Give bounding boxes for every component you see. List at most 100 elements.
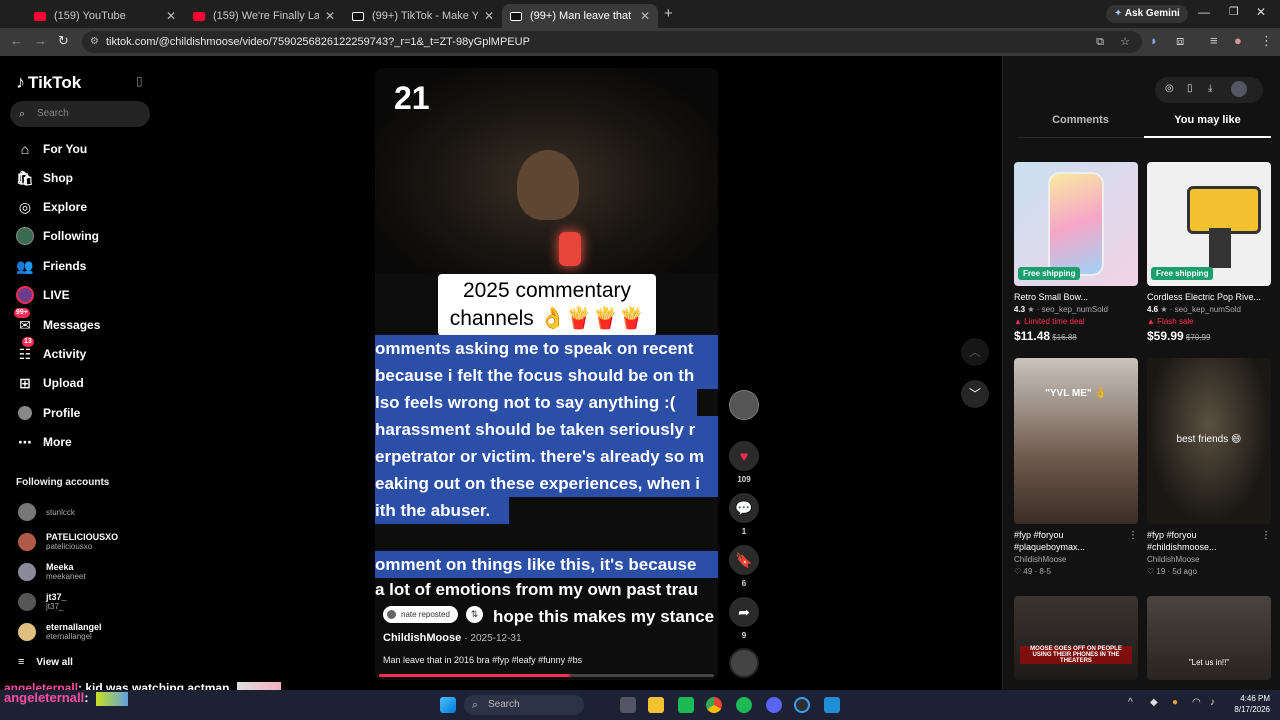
- product-thumbnail: Free shipping: [1147, 162, 1271, 286]
- download-icon[interactable]: ⤓: [1208, 83, 1212, 94]
- caption-line: eaking out on these experiences, when i: [375, 470, 718, 497]
- repost-icon[interactable]: ⇅: [466, 606, 483, 623]
- tab-youtube-1[interactable]: (159) YouTube ✕: [26, 4, 184, 28]
- author-name[interactable]: ChildishMoose: [383, 632, 461, 644]
- product-card[interactable]: Free shipping Cordless Electric Pop Rive…: [1147, 162, 1271, 343]
- share-button[interactable]: ➦ 9: [728, 597, 760, 640]
- close-window-icon[interactable]: ✕: [1256, 5, 1266, 19]
- tab-tiktok-active[interactable]: (99+) Man leave that in 201 ✕: [502, 4, 658, 28]
- file-explorer-icon[interactable]: [648, 697, 664, 713]
- maximize-icon[interactable]: ❐: [1229, 5, 1239, 18]
- account-item[interactable]: eternallangel eternallangel: [18, 622, 102, 641]
- chrome-icon[interactable]: [706, 697, 722, 713]
- clock[interactable]: 4:46 PM 8/17/2026: [1226, 693, 1270, 715]
- search-input[interactable]: ⌕ Search: [10, 101, 150, 127]
- video-card[interactable]: "Let us in!!": [1147, 596, 1271, 680]
- view-all-link[interactable]: ≡ View all: [18, 656, 73, 668]
- post-date: · 2025-12-31: [464, 633, 522, 644]
- menu-kebab-icon[interactable]: ⋮: [1260, 33, 1273, 49]
- account-item[interactable]: PATELICIOUSXO pateliciousxo: [18, 532, 118, 551]
- card-options-icon[interactable]: ⋮: [1261, 530, 1271, 541]
- address-bar[interactable]: ⚙ tiktok.com/@childishmoose/video/759025…: [82, 31, 1142, 53]
- caption-line: omments asking me to speak on recent: [375, 335, 718, 362]
- nav-shop[interactable]: 🛍 Shop: [16, 169, 73, 187]
- extensions-puzzle-icon[interactable]: ⧈: [1176, 33, 1184, 49]
- app-icon[interactable]: [678, 697, 694, 713]
- video-card[interactable]: MOOSE GOES OFF ON PEOPLE USING THEIR PHO…: [1014, 596, 1138, 680]
- close-tab-icon[interactable]: ✕: [484, 9, 494, 23]
- card-options-icon[interactable]: ⋮: [1128, 530, 1138, 541]
- nav-more[interactable]: ⋯ More: [16, 433, 72, 451]
- save-button[interactable]: 🔖 6: [728, 545, 760, 588]
- tab-tiktok-1[interactable]: (99+) TikTok - Make Your Day ✕: [344, 4, 502, 28]
- task-view-icon[interactable]: [620, 697, 636, 713]
- chevron-down-icon: ﹀: [968, 387, 981, 401]
- next-video-button[interactable]: ﹀: [961, 380, 989, 408]
- volume-icon[interactable]: ♪: [1210, 697, 1215, 708]
- close-tab-icon[interactable]: ✕: [325, 9, 335, 23]
- spotify-icon[interactable]: [736, 697, 752, 713]
- tab-youtube-2[interactable]: (159) We're Finally Landing - Yo ✕: [185, 4, 343, 28]
- ccleaner-icon[interactable]: [794, 697, 810, 713]
- person-face: [517, 150, 579, 220]
- user-avatar-icon[interactable]: [1231, 81, 1247, 97]
- forward-icon[interactable]: →: [34, 33, 47, 48]
- minimize-icon[interactable]: —: [1198, 5, 1210, 19]
- close-tab-icon[interactable]: ✕: [640, 9, 650, 23]
- flame-icon: ▲: [1147, 317, 1155, 326]
- close-tab-icon[interactable]: ✕: [166, 9, 176, 23]
- install-app-icon[interactable]: ⧉: [1096, 31, 1104, 53]
- taskbar-search[interactable]: ⌕ Search: [464, 695, 584, 715]
- windows-start-icon[interactable]: [440, 697, 456, 713]
- tab-you-may-like[interactable]: You may like: [1144, 114, 1271, 126]
- account-item[interactable]: Meeka meekaneet: [18, 562, 86, 581]
- site-info-icon[interactable]: ⚙: [90, 31, 99, 53]
- tray-mic-icon[interactable]: ●: [1172, 697, 1178, 708]
- nav-friends[interactable]: 👥 Friends: [16, 257, 86, 275]
- tray-overflow-icon[interactable]: ^: [1128, 697, 1133, 708]
- tab-comments[interactable]: Comments: [1017, 114, 1144, 126]
- discord-icon[interactable]: [766, 697, 782, 713]
- tray-app-icon[interactable]: ◆: [1150, 697, 1158, 708]
- collapse-sidebar-icon[interactable]: ▯: [136, 74, 143, 88]
- previous-video-button[interactable]: ︿: [961, 338, 989, 366]
- like-button[interactable]: ♥ 109: [728, 441, 760, 484]
- creator-avatar-button[interactable]: [728, 390, 760, 420]
- nav-profile[interactable]: Profile: [16, 404, 80, 422]
- compass-icon[interactable]: ◎: [1165, 83, 1174, 94]
- bookmark-star-icon[interactable]: ☆: [1120, 31, 1130, 53]
- video-card[interactable]: "YVL ME" 👌 #fyp #foryou #plaqueboymax...…: [1014, 358, 1138, 576]
- reload-icon[interactable]: ↻: [58, 33, 69, 49]
- phone-icon[interactable]: ▯: [1187, 83, 1193, 94]
- profile-avatar-icon[interactable]: ●: [1234, 33, 1242, 48]
- progress-track[interactable]: [379, 674, 714, 677]
- video-player[interactable]: 21 2025 commentary channels 👌🍟🍟🍟 omments…: [375, 68, 718, 680]
- video-card[interactable]: best friends 😄 #fyp #foryou #childishmoo…: [1147, 358, 1271, 576]
- account-item[interactable]: stunlcck: [18, 503, 75, 521]
- account-item[interactable]: jt37_ jt37_: [18, 592, 67, 611]
- nav-live[interactable]: LIVE: [16, 286, 70, 304]
- new-tab-button[interactable]: +: [664, 5, 673, 22]
- product-thumbnail: Free shipping: [1014, 162, 1138, 286]
- product-card[interactable]: Free shipping Retro Small Bow... 4.3 ★ ·…: [1014, 162, 1138, 343]
- tiktok-logo[interactable]: ♪ TikTok: [16, 72, 81, 93]
- extension-icon[interactable]: ◗: [1150, 33, 1158, 48]
- repost-chip[interactable]: nate reposted: [383, 606, 458, 623]
- comment-button[interactable]: 💬 1: [728, 493, 760, 536]
- nav-messages[interactable]: ✉ 99+ Messages: [14, 308, 100, 334]
- comment-icon: 💬: [729, 493, 759, 523]
- video-description: Man leave that in 2016 bra #fyp #leafy #…: [383, 655, 583, 665]
- nav-explore[interactable]: ◎ Explore: [16, 198, 87, 216]
- nav-upload[interactable]: ⊞ Upload: [16, 374, 84, 392]
- nav-activity[interactable]: ☷ 13 Activity: [16, 337, 86, 363]
- nav-following[interactable]: Following: [16, 227, 99, 245]
- ask-gemini-button[interactable]: ✦ Ask Gemini: [1106, 5, 1188, 23]
- wifi-icon[interactable]: ◠: [1192, 697, 1201, 708]
- back-icon[interactable]: ←: [10, 33, 23, 48]
- heart-outline-icon: ♡: [1147, 567, 1155, 576]
- reading-list-icon[interactable]: ≡: [1210, 33, 1218, 48]
- star-icon: ★: [1160, 305, 1168, 314]
- photos-icon[interactable]: [824, 697, 840, 713]
- music-disc-button[interactable]: [728, 648, 760, 678]
- nav-for-you[interactable]: ⌂ For You: [16, 140, 87, 158]
